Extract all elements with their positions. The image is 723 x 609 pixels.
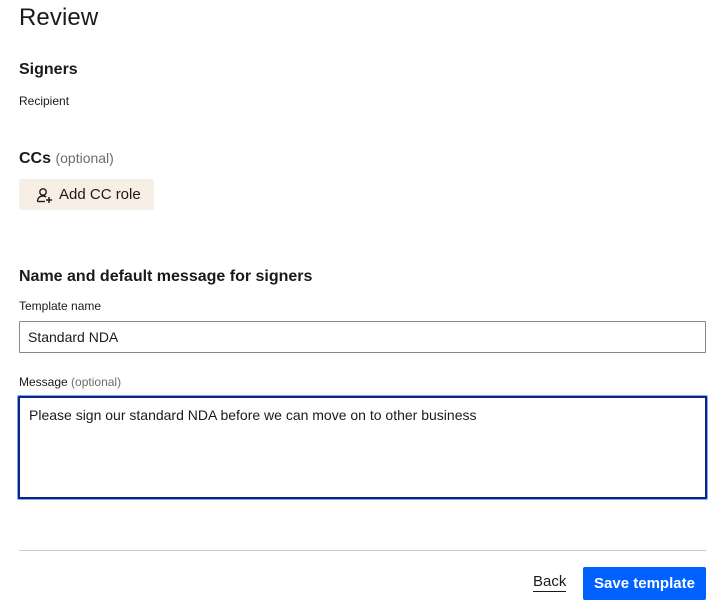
- signers-section-title: Signers: [19, 61, 78, 78]
- name-message-section-title: Name and default message for signers: [19, 268, 313, 285]
- template-name-label: Template name: [19, 299, 102, 313]
- ccs-optional-hint: (optional): [55, 150, 114, 166]
- message-label: Message (optional): [19, 375, 121, 389]
- message-optional-hint: (optional): [71, 375, 122, 389]
- ccs-title-text: CCs: [19, 150, 52, 167]
- ccs-section-title: CCs (optional): [19, 150, 114, 168]
- page-title: Review: [19, 4, 99, 31]
- back-link[interactable]: Back: [533, 573, 567, 592]
- template-name-input[interactable]: [19, 321, 706, 353]
- user-add-icon: [35, 186, 53, 204]
- footer-divider: [19, 550, 706, 551]
- message-label-text: Message: [19, 375, 68, 389]
- review-page: Review Signers Recipient CCs (optional) …: [0, 0, 723, 609]
- message-textarea[interactable]: [18, 396, 707, 499]
- add-cc-role-button[interactable]: Add CC role: [19, 179, 154, 210]
- add-cc-role-label: Add CC role: [59, 186, 141, 203]
- save-template-button[interactable]: Save template: [583, 567, 706, 600]
- signer-recipient-label: Recipient: [19, 94, 70, 108]
